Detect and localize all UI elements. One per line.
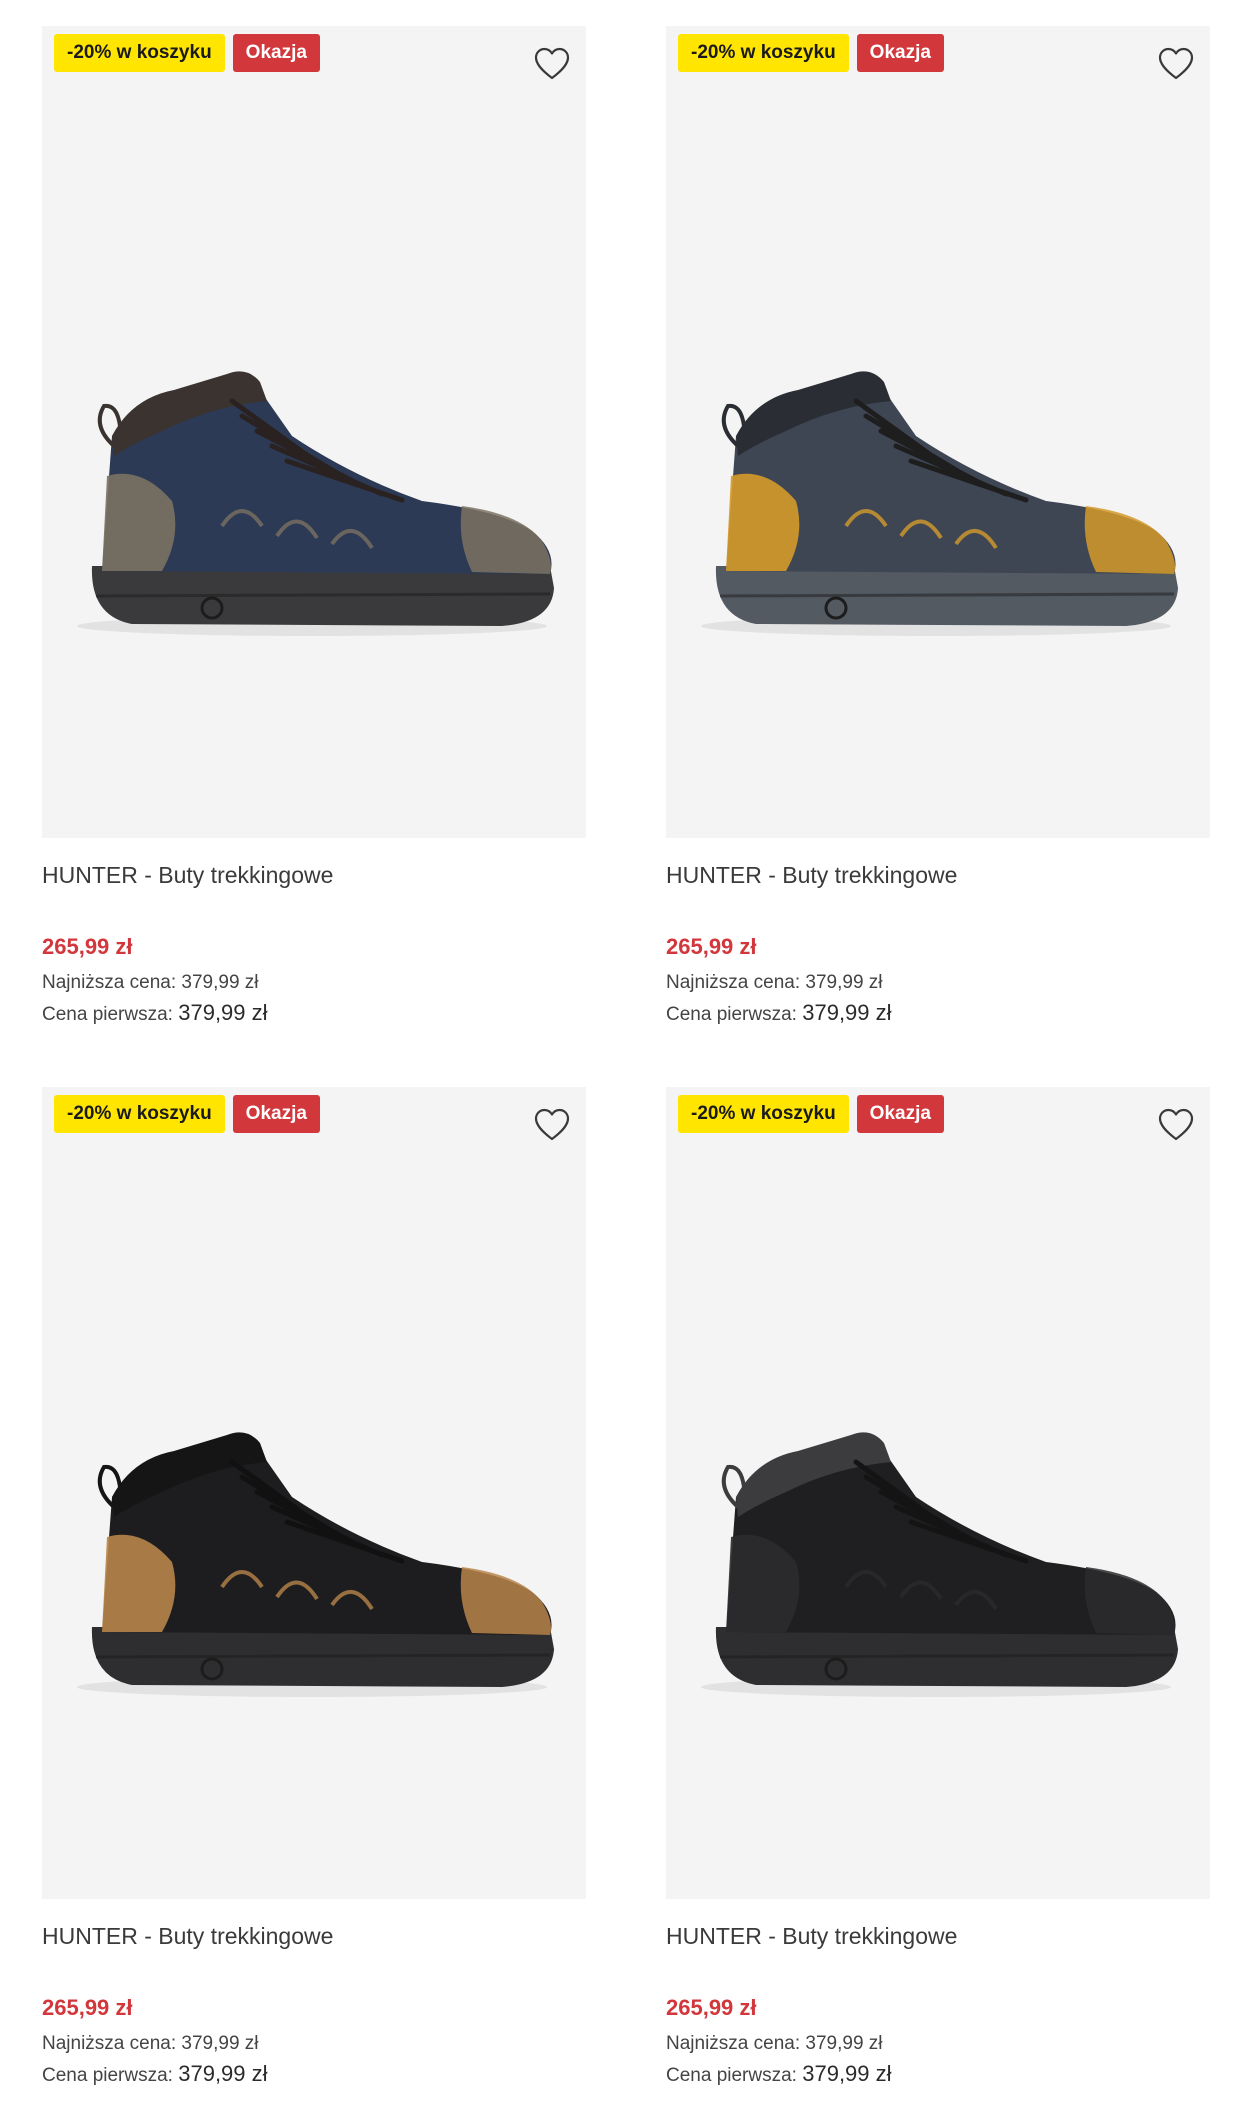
product-title[interactable]: HUNTER - Buty trekkingowe <box>42 1923 333 1950</box>
first-price-value: 379,99 zł <box>802 1000 892 1025</box>
deal-badge: Okazja <box>232 34 320 72</box>
lowest-price-label: Najniższa cena: <box>666 972 801 993</box>
product-image[interactable]: -20% w koszyku Okazja <box>666 1087 1210 1899</box>
first-price-label: Cena pierwsza: <box>666 1004 797 1025</box>
product-image[interactable]: -20% w koszyku Okazja <box>666 26 1210 838</box>
product-card[interactable]: -20% w koszyku Okazja HUNTER - Buty trek… <box>666 26 1210 1066</box>
product-title[interactable]: HUNTER - Buty trekkingowe <box>42 862 333 889</box>
product-price: 265,99 zł <box>666 1995 757 2020</box>
product-card[interactable]: -20% w koszyku Okazja HUNTER - Buty trek… <box>42 1087 586 2123</box>
lowest-price: Najniższa cena: 379,99 zł <box>42 2033 259 2055</box>
lowest-price-value: 379,99 zł <box>181 2033 259 2054</box>
first-price-value: 379,99 zł <box>178 2061 268 2086</box>
first-price-value: 379,99 zł <box>178 1000 268 1025</box>
product-image[interactable]: -20% w koszyku Okazja <box>42 26 586 838</box>
first-price: Cena pierwsza: 379,99 zł <box>666 2061 892 2087</box>
lowest-price: Najniższa cena: 379,99 zł <box>666 972 883 994</box>
lowest-price-label: Najniższa cena: <box>666 2033 801 2054</box>
badge-group: -20% w koszyku Okazja <box>54 1095 320 1133</box>
product-price: 265,99 zł <box>666 934 757 959</box>
product-image[interactable]: -20% w koszyku Okazja <box>42 1087 586 1899</box>
heart-outline-icon[interactable] <box>532 44 572 84</box>
deal-badge: Okazja <box>856 1095 944 1133</box>
lowest-price-value: 379,99 zł <box>805 2033 883 2054</box>
product-price: 265,99 zł <box>42 1995 133 2020</box>
badge-group: -20% w koszyku Okazja <box>678 34 944 72</box>
product-title[interactable]: HUNTER - Buty trekkingowe <box>666 862 957 889</box>
lowest-price: Najniższa cena: 379,99 zł <box>666 2033 883 2055</box>
product-price: 265,99 zł <box>42 934 133 959</box>
deal-badge: Okazja <box>856 34 944 72</box>
lowest-price: Najniższa cena: 379,99 zł <box>42 972 259 994</box>
boot-image <box>686 326 1186 706</box>
first-price: Cena pierwsza: 379,99 zł <box>666 1000 892 1026</box>
product-card[interactable]: -20% w koszyku Okazja HUNTER - Buty trek… <box>666 1087 1210 2123</box>
product-title[interactable]: HUNTER - Buty trekkingowe <box>666 1923 957 1950</box>
heart-outline-icon[interactable] <box>1156 44 1196 84</box>
discount-badge: -20% w koszyku <box>54 1095 225 1133</box>
first-price-label: Cena pierwsza: <box>42 1004 173 1025</box>
badge-group: -20% w koszyku Okazja <box>678 1095 944 1133</box>
lowest-price-label: Najniższa cena: <box>42 972 177 993</box>
lowest-price-value: 379,99 zł <box>805 972 883 993</box>
first-price-label: Cena pierwsza: <box>42 2065 173 2086</box>
lowest-price-value: 379,99 zł <box>181 972 259 993</box>
heart-outline-icon[interactable] <box>1156 1105 1196 1145</box>
lowest-price-label: Najniższa cena: <box>42 2033 177 2054</box>
discount-badge: -20% w koszyku <box>54 34 225 72</box>
heart-outline-icon[interactable] <box>532 1105 572 1145</box>
discount-badge: -20% w koszyku <box>678 1095 849 1133</box>
first-price: Cena pierwsza: 379,99 zł <box>42 1000 268 1026</box>
boot-image <box>62 1387 562 1767</box>
badge-group: -20% w koszyku Okazja <box>54 34 320 72</box>
boot-image <box>62 326 562 706</box>
deal-badge: Okazja <box>232 1095 320 1133</box>
first-price-value: 379,99 zł <box>802 2061 892 2086</box>
product-card[interactable]: -20% w koszyku Okazja HUNTER - Buty trek… <box>42 26 586 1066</box>
first-price-label: Cena pierwsza: <box>666 2065 797 2086</box>
first-price: Cena pierwsza: 379,99 zł <box>42 2061 268 2087</box>
discount-badge: -20% w koszyku <box>678 34 849 72</box>
boot-image <box>686 1387 1186 1767</box>
